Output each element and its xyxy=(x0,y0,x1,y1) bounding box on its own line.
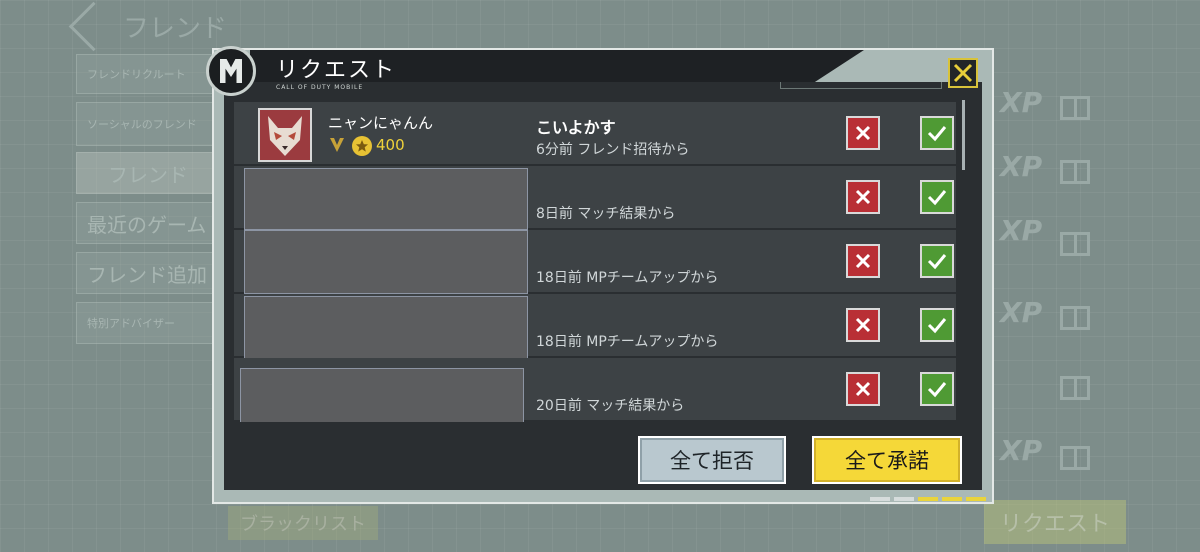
player-level: 400 xyxy=(376,136,405,154)
reject-all-button[interactable]: 全て拒否 xyxy=(638,436,786,484)
bg-gift-icon xyxy=(1060,160,1090,184)
reject-button[interactable] xyxy=(846,372,880,406)
rank-badge-icon xyxy=(330,138,344,152)
reject-button[interactable] xyxy=(846,308,880,342)
reject-button[interactable] xyxy=(846,244,880,278)
bg-gift-icon xyxy=(1060,96,1090,120)
check-icon xyxy=(927,382,947,398)
page-dot xyxy=(870,497,890,501)
fox-mask-avatar-icon xyxy=(260,110,310,160)
bg-side-item-recent: 最近のゲーム xyxy=(76,202,220,244)
close-icon xyxy=(953,63,973,83)
close-button[interactable] xyxy=(948,58,978,88)
x-icon xyxy=(855,381,871,397)
level-star-icon xyxy=(352,136,372,156)
bg-side-item-recruit: フレンドリクルート xyxy=(76,54,220,94)
request-source: 6分前 フレンド招待から xyxy=(536,142,690,158)
request-source: 8日前 マッチ結果から xyxy=(536,206,676,222)
bg-blacklist-button: ブラックリスト xyxy=(228,506,378,540)
reject-button[interactable] xyxy=(846,116,880,150)
redacted-player-info xyxy=(244,230,528,294)
request-message: こいよかす xyxy=(536,118,616,137)
check-icon xyxy=(927,254,947,270)
request-row: 18日前 MPチームアップから xyxy=(234,230,956,294)
x-icon xyxy=(855,317,871,333)
check-icon xyxy=(927,190,947,206)
page-dot xyxy=(966,497,986,501)
page-dot xyxy=(942,497,962,501)
check-icon xyxy=(927,126,947,142)
bg-xp-label: XP xyxy=(1000,296,1043,329)
reject-button[interactable] xyxy=(846,180,880,214)
x-icon xyxy=(855,125,871,141)
accept-all-button[interactable]: 全て承諾 xyxy=(812,436,962,484)
bg-side-item-add: フレンド追加 xyxy=(76,252,220,294)
request-source: 18日前 MPチームアップから xyxy=(536,334,719,350)
bg-side-item-social: ソーシャルのフレンド xyxy=(76,102,220,146)
redacted-player-info xyxy=(240,368,524,422)
page-dot xyxy=(894,497,914,501)
title-decoration xyxy=(780,82,942,89)
redacted-player-info xyxy=(244,168,528,230)
x-icon xyxy=(855,189,871,205)
accept-button[interactable] xyxy=(920,244,954,278)
bg-gift-icon xyxy=(1060,306,1090,330)
background-title: フレンド xyxy=(123,14,228,44)
background-back-button: フレンド xyxy=(68,1,228,52)
request-source: 20日前 マッチ結果から xyxy=(536,398,685,414)
list-scrollbar[interactable] xyxy=(962,100,965,170)
cod-logo-icon xyxy=(206,46,256,96)
bg-side-item-friend: フレンド xyxy=(76,152,220,194)
request-row: 18日前 MPチームアップから xyxy=(234,294,956,362)
accept-button[interactable] xyxy=(920,116,954,150)
x-icon xyxy=(855,253,871,269)
player-name: ニャンにゃんん xyxy=(328,114,434,132)
request-source: 18日前 MPチームアップから xyxy=(536,270,719,286)
bg-side-item-advisor: 特別アドバイザー xyxy=(76,302,220,344)
request-row: ニャンにゃんん 400 こいよかす 6分前 フレンド招待から xyxy=(234,102,956,166)
accept-button[interactable] xyxy=(920,180,954,214)
bg-xp-label: XP xyxy=(1000,214,1043,247)
redacted-player-info xyxy=(244,296,528,362)
back-arrow-icon xyxy=(68,1,119,52)
bg-request-tab: リクエスト xyxy=(984,500,1126,544)
bg-gift-icon xyxy=(1060,376,1090,400)
check-icon xyxy=(927,318,947,334)
dialog-title: リクエスト xyxy=(276,58,397,83)
request-row: 20日前 マッチ結果から xyxy=(234,358,956,422)
request-row: 8日前 マッチ結果から xyxy=(234,166,956,230)
page-dot xyxy=(918,497,938,501)
accept-button[interactable] xyxy=(920,372,954,406)
bg-xp-label: XP xyxy=(1000,150,1043,183)
accept-button[interactable] xyxy=(920,308,954,342)
dialog-subtitle: CALL OF DUTY MOBILE xyxy=(276,84,364,91)
player-avatar[interactable] xyxy=(258,108,312,162)
bg-gift-icon xyxy=(1060,232,1090,256)
bg-xp-label: XP xyxy=(1000,86,1043,119)
bg-xp-label: XP xyxy=(1000,434,1043,467)
bg-gift-icon xyxy=(1060,446,1090,470)
page-indicator xyxy=(870,497,986,501)
request-list: ニャンにゃんん 400 こいよかす 6分前 フレンド招待から 8日前 マッチ結果… xyxy=(226,102,970,422)
